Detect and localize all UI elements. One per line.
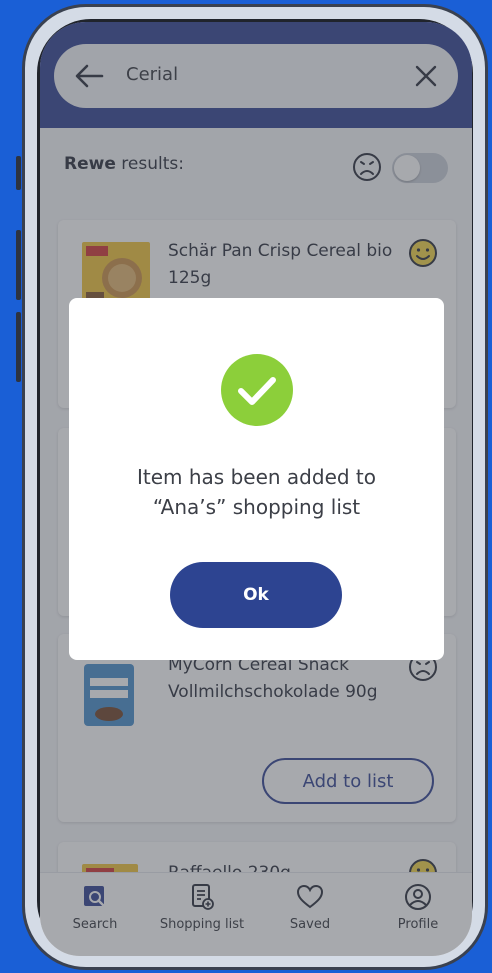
- confirmation-dialog: Item has been added to “Ana’s” shopping …: [69, 298, 444, 660]
- success-check-icon: [221, 354, 293, 426]
- volume-down-button: [16, 312, 21, 382]
- dialog-message-line2: “Ana’s” shopping list: [152, 495, 361, 519]
- volume-up-button: [16, 230, 21, 300]
- app-screen: Cerial Rewe results: Schär Pan Crisp Cer…: [40, 22, 472, 956]
- dialog-message: Item has been added to “Ana’s” shopping …: [69, 462, 444, 522]
- dialog-message-line1: Item has been added to: [136, 465, 376, 489]
- ok-button[interactable]: Ok: [170, 562, 342, 628]
- mute-switch: [16, 156, 21, 190]
